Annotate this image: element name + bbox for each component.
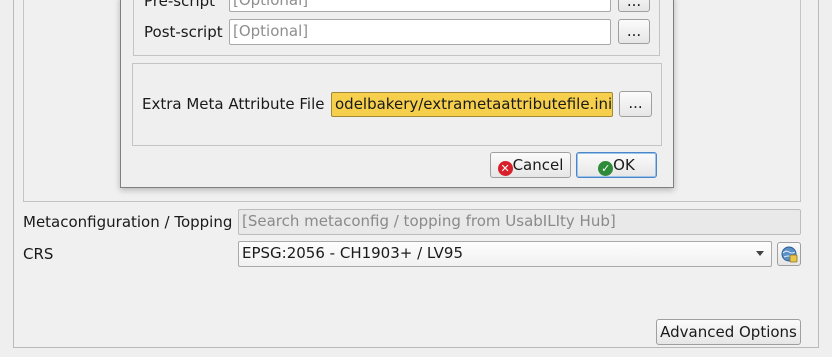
prescript-label: Pre-script [144, 0, 216, 10]
extra-meta-file-value: odelbakery/extrametaattributefile.ini [335, 95, 613, 113]
crs-combobox[interactable]: EPSG:2056 - CH1903+ / LV95 [238, 241, 772, 267]
crs-globe-icon [781, 246, 798, 263]
crs-label: CRS [23, 245, 54, 263]
extra-meta-file-input[interactable]: odelbakery/extrametaattributefile.ini [331, 92, 613, 117]
extra-meta-browse-button[interactable]: ... [619, 91, 652, 117]
crs-value: EPSG:2056 - CH1903+ / LV95 [242, 244, 463, 262]
prescript-input[interactable]: [Optional] [229, 0, 611, 12]
metaconfig-placeholder: [Search metaconfig / topping from UsabIL… [242, 212, 616, 230]
extra-meta-dialog: Pre-script [Optional] ... Post-script [O… [120, 0, 674, 188]
crs-selector-button[interactable] [777, 242, 801, 266]
postscript-placeholder: [Optional] [233, 22, 309, 40]
ok-button[interactable]: ✓ OK [576, 152, 657, 178]
extra-meta-label: Extra Meta Attribute File [142, 95, 325, 113]
chevron-down-icon [756, 251, 764, 256]
postscript-browse-button[interactable]: ... [618, 19, 650, 44]
metaconfig-label: Metaconfiguration / Topping [23, 213, 233, 231]
cancel-label: Cancel [512, 156, 564, 174]
cancel-button[interactable]: ✕ Cancel [490, 152, 571, 178]
ok-label: OK [613, 156, 635, 174]
ok-icon: ✓ [598, 161, 614, 176]
metaconfig-search-input[interactable]: [Search metaconfig / topping from UsabIL… [238, 209, 801, 235]
prescript-placeholder: [Optional] [233, 0, 309, 9]
postscript-input[interactable]: [Optional] [229, 19, 611, 45]
postscript-label: Post-script [144, 23, 223, 41]
advanced-options-button[interactable]: Advanced Options [656, 319, 801, 345]
prescript-browse-button[interactable]: ... [618, 0, 650, 12]
cancel-icon: ✕ [497, 161, 513, 176]
